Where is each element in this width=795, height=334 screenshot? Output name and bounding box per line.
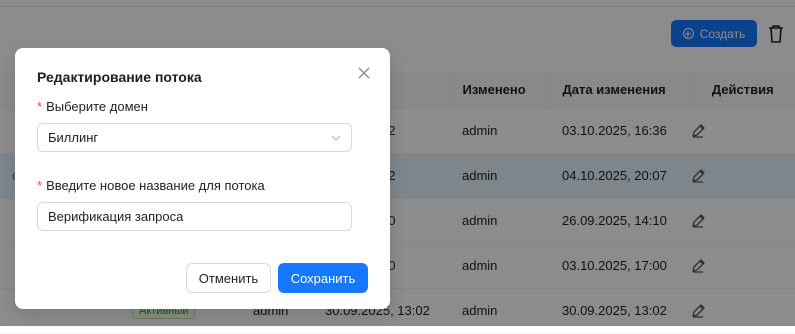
modal-title: Редактирование потока: [37, 69, 202, 85]
chevron-down-icon: [331, 135, 341, 141]
flow-name-label: * Введите новое название для потока: [37, 178, 265, 193]
domain-label: * Выберите домен: [37, 99, 148, 114]
domain-select[interactable]: Биллинг: [37, 123, 352, 152]
required-mark: *: [37, 99, 43, 114]
close-icon[interactable]: [356, 65, 372, 81]
domain-select-value: Биллинг: [48, 130, 99, 145]
flow-name-input[interactable]: [37, 202, 352, 231]
domain-label-text: Выберите домен: [46, 99, 148, 114]
edit-flow-modal: Редактирование потока * Выберите домен Би…: [15, 48, 390, 309]
cancel-button[interactable]: Отменить: [186, 263, 271, 293]
required-mark: *: [37, 178, 43, 193]
save-button[interactable]: Сохранить: [278, 263, 368, 293]
flow-name-label-text: Введите новое название для потока: [46, 178, 265, 193]
